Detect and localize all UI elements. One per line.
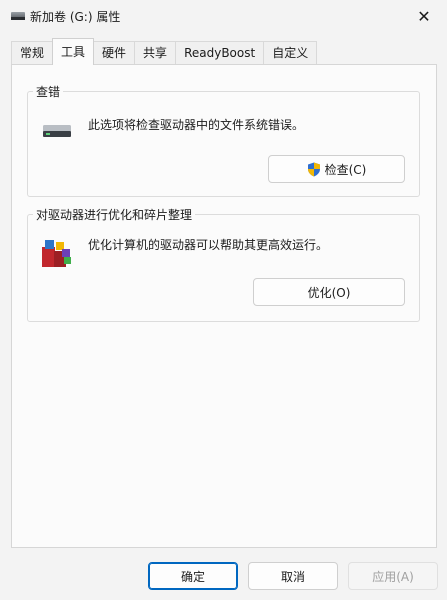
optimize-group: 对驱动器进行优化和碎片整理 优化计算机的驱动器可以帮助其更高效运行。 优化(O) <box>27 206 420 322</box>
cancel-button[interactable]: 取消 <box>248 562 338 590</box>
error-check-title: 查错 <box>33 83 64 100</box>
drive-icon <box>11 12 25 20</box>
tab-tools[interactable]: 工具 <box>52 38 95 65</box>
title-bar: 新加卷 (G:) 属性 ✕ <box>0 0 447 32</box>
tools-panel: 查错 此选项将检查驱动器中的文件系统错误。 检查(C) 对驱动器进行优化和碎片整… <box>11 64 437 548</box>
error-check-group: 查错 此选项将检查驱动器中的文件系统错误。 检查(C) <box>27 83 420 197</box>
cancel-button-label: 取消 <box>280 569 305 584</box>
tab-readyboost[interactable]: ReadyBoost <box>175 41 265 65</box>
tab-strip: 常规 工具 硬件 共享 ReadyBoost 自定义 <box>11 38 318 65</box>
dialog-footer: 确定 取消 应用(A) <box>0 548 447 600</box>
apply-button-label: 应用(A) <box>372 569 414 584</box>
tab-hardware[interactable]: 硬件 <box>93 41 136 65</box>
ok-button-label: 确定 <box>180 569 205 584</box>
error-check-description: 此选项将检查驱动器中的文件系统错误。 <box>88 118 305 132</box>
shield-icon <box>307 162 320 176</box>
optimize-description: 优化计算机的驱动器可以帮助其更高效运行。 <box>88 238 329 252</box>
close-button[interactable]: ✕ <box>401 0 447 32</box>
window-title: 新加卷 (G:) 属性 <box>30 10 121 24</box>
tab-general[interactable]: 常规 <box>11 41 54 65</box>
close-icon: ✕ <box>417 6 431 26</box>
optimize-title: 对驱动器进行优化和碎片整理 <box>33 206 196 223</box>
defrag-icon <box>42 240 71 267</box>
check-button[interactable]: 检查(C) <box>268 155 405 183</box>
ok-button[interactable]: 确定 <box>148 562 238 590</box>
tab-sharing[interactable]: 共享 <box>134 41 177 65</box>
check-button-label: 检查(C) <box>324 162 367 177</box>
drive-icon <box>43 125 71 137</box>
optimize-button[interactable]: 优化(O) <box>253 278 405 306</box>
tab-customize[interactable]: 自定义 <box>263 41 318 65</box>
optimize-button-label: 优化(O) <box>307 285 351 300</box>
apply-button[interactable]: 应用(A) <box>348 562 438 590</box>
